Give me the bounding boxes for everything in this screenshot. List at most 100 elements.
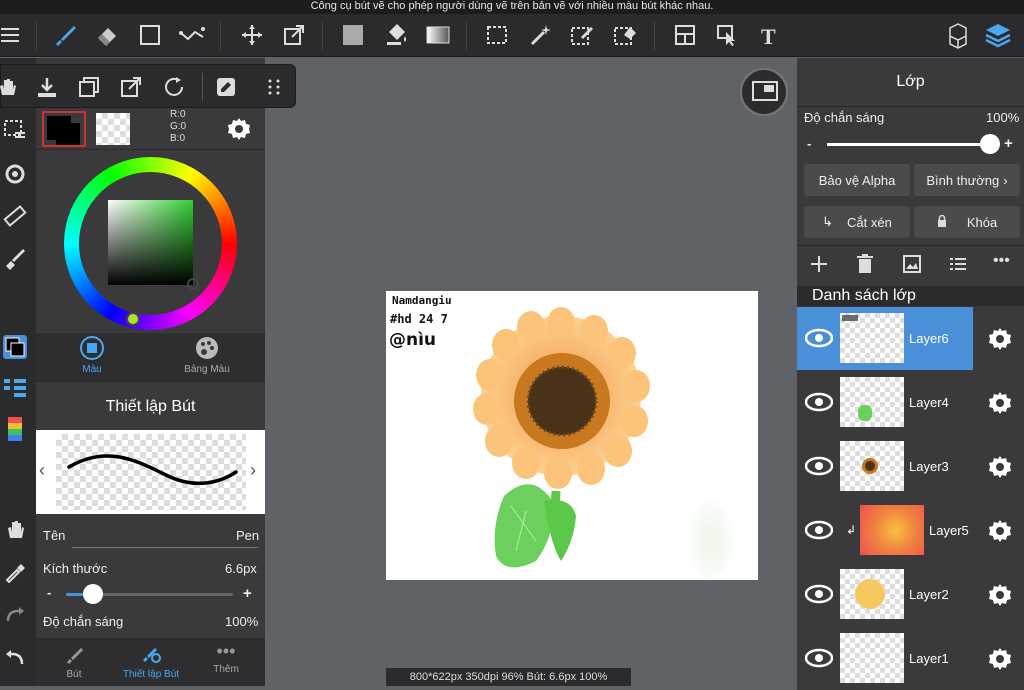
magic-wand-icon[interactable] xyxy=(525,20,555,50)
gradient-tool-icon[interactable] xyxy=(423,20,453,50)
svg-text:T: T xyxy=(761,24,776,47)
color-swatch-icon[interactable] xyxy=(0,331,30,363)
size-slider-track[interactable] xyxy=(66,584,233,604)
move-tool-icon[interactable] xyxy=(237,20,267,50)
brush-eraser-icon[interactable] xyxy=(0,242,30,274)
layer-row[interactable]: Layer6 xyxy=(797,307,1024,370)
layer-row[interactable]: Layer2 xyxy=(797,563,1024,626)
layer-settings-gear-icon[interactable] xyxy=(987,646,1013,672)
more-grip-icon[interactable] xyxy=(259,72,289,102)
color-settings-gear-icon[interactable] xyxy=(226,116,252,142)
visibility-eye-icon[interactable] xyxy=(805,648,833,668)
alpha-protect-button[interactable]: Bảo vệ Alpha xyxy=(804,164,910,196)
prev-brush-chevron-icon[interactable]: ‹ xyxy=(39,460,45,481)
tab-color-label: Màu xyxy=(82,364,102,375)
hand-popup-icon[interactable] xyxy=(0,72,21,102)
lock-button[interactable]: Khóa xyxy=(914,206,1020,238)
layers-title: Lớp xyxy=(896,73,925,90)
brush-size-label: Kích thước xyxy=(43,561,108,576)
add-image-layer-icon[interactable] xyxy=(902,254,922,279)
brush-list-icon[interactable] xyxy=(0,372,30,404)
next-brush-chevron-icon[interactable]: › xyxy=(250,460,256,481)
size-plus-button[interactable]: + xyxy=(243,585,252,602)
layer-list-icon[interactable] xyxy=(948,254,968,279)
line-tool-icon[interactable] xyxy=(177,20,207,50)
selection-icon[interactable] xyxy=(0,114,30,146)
export-icon[interactable] xyxy=(116,72,146,102)
eyedropper-icon[interactable] xyxy=(0,556,30,588)
tab-pen[interactable]: Bút xyxy=(54,644,94,680)
visibility-eye-icon[interactable] xyxy=(805,584,833,604)
duplicate-icon[interactable] xyxy=(74,72,104,102)
ruler-icon[interactable] xyxy=(0,200,30,232)
shape-tool-icon[interactable] xyxy=(135,20,165,50)
fill-color-icon[interactable] xyxy=(338,20,368,50)
visibility-eye-icon[interactable] xyxy=(805,456,833,476)
layer-opacity-value: 100% xyxy=(986,110,1020,125)
saturation-square[interactable] xyxy=(108,200,193,285)
layer-settings-gear-icon[interactable] xyxy=(987,454,1013,480)
size-slider-knob[interactable] xyxy=(82,584,103,604)
visibility-eye-icon[interactable] xyxy=(805,520,833,540)
brush-settings-panel: R:0 G:0 B:0 Màu Bảng Màu Thiết lập Bút ‹… xyxy=(36,58,265,686)
layer-settings-gear-icon[interactable] xyxy=(987,390,1013,416)
layer-row[interactable]: Layer4 xyxy=(797,371,1024,434)
layer-settings-gear-icon[interactable] xyxy=(987,582,1013,608)
lock-label: Khóa xyxy=(966,214,998,230)
layer-row[interactable]: Layer3 xyxy=(797,435,1024,498)
layer-settings-gear-icon[interactable] xyxy=(987,326,1013,352)
tab-more[interactable]: ••• Thêm xyxy=(206,642,246,675)
layer-opacity-plus-button[interactable]: + xyxy=(1004,135,1013,152)
sub-color-swatch[interactable] xyxy=(96,113,130,145)
redo-icon[interactable] xyxy=(0,598,30,630)
color-wheel-area[interactable] xyxy=(36,149,265,333)
color-palette-strip-icon[interactable] xyxy=(0,414,30,446)
select-tool-icon[interactable] xyxy=(482,20,512,50)
hue-cursor[interactable] xyxy=(126,312,140,326)
clipping-button[interactable]: ↳ Cắt xén xyxy=(804,206,910,238)
quick-action-bar xyxy=(0,64,296,108)
layer-opacity-slider-track[interactable] xyxy=(827,134,1000,154)
layer-row[interactable]: ↲ Layer5 xyxy=(797,499,1024,562)
sv-cursor[interactable] xyxy=(187,278,199,290)
hand-tool-icon[interactable] xyxy=(0,513,30,545)
select-pen-icon[interactable] xyxy=(567,20,597,50)
visibility-eye-icon[interactable] xyxy=(805,392,833,412)
tab-pen-settings[interactable]: Thiết lập Bút xyxy=(116,644,186,680)
rotate-icon[interactable] xyxy=(159,72,189,102)
left-tool-column xyxy=(0,58,36,686)
frame-tool-icon[interactable] xyxy=(670,20,700,50)
add-layer-icon[interactable] xyxy=(809,254,829,279)
layer-settings-gear-icon[interactable] xyxy=(987,518,1013,544)
layer-opacity-knob[interactable] xyxy=(980,134,1000,154)
main-color-swatch[interactable] xyxy=(42,111,86,147)
tab-color[interactable]: Màu xyxy=(56,335,128,379)
layer-thumbnail xyxy=(840,633,904,683)
undo-icon[interactable] xyxy=(0,641,30,673)
brush-name-value[interactable]: Pen xyxy=(236,528,259,543)
tab-palette[interactable]: Bảng Màu xyxy=(171,335,243,379)
layer-more-icon[interactable]: ••• xyxy=(993,253,1010,269)
transform-tool-icon[interactable] xyxy=(279,20,309,50)
text-tool-icon[interactable]: T xyxy=(754,20,784,50)
layer-opacity-minus-button[interactable]: - xyxy=(807,136,811,151)
operation-tool-icon[interactable] xyxy=(712,20,742,50)
blend-mode-button[interactable]: Bình thường › xyxy=(914,164,1020,196)
menu-icon[interactable] xyxy=(0,20,26,50)
edit-icon[interactable] xyxy=(211,72,241,102)
bucket-tool-icon[interactable] xyxy=(381,20,411,50)
delete-layer-icon[interactable] xyxy=(856,254,874,279)
size-minus-button[interactable]: - xyxy=(47,585,51,600)
rotate-canvas-icon[interactable] xyxy=(0,158,30,190)
eraser-tool-icon[interactable] xyxy=(92,20,122,50)
layers-icon[interactable] xyxy=(983,20,1013,50)
select-eraser-icon[interactable] xyxy=(610,20,640,50)
3d-material-icon[interactable] xyxy=(943,20,973,50)
layer-row[interactable]: Layer1 xyxy=(797,627,1024,690)
save-down-icon[interactable] xyxy=(32,72,62,102)
artboard[interactable]: Namdangiu #hd 24 7 @nìu xyxy=(386,291,758,581)
brush-tool-icon[interactable] xyxy=(50,20,80,50)
visibility-eye-icon[interactable] xyxy=(805,328,833,348)
clipping-label: Cắt xén xyxy=(847,214,892,230)
canvas-view-toggle-icon[interactable] xyxy=(740,68,788,116)
